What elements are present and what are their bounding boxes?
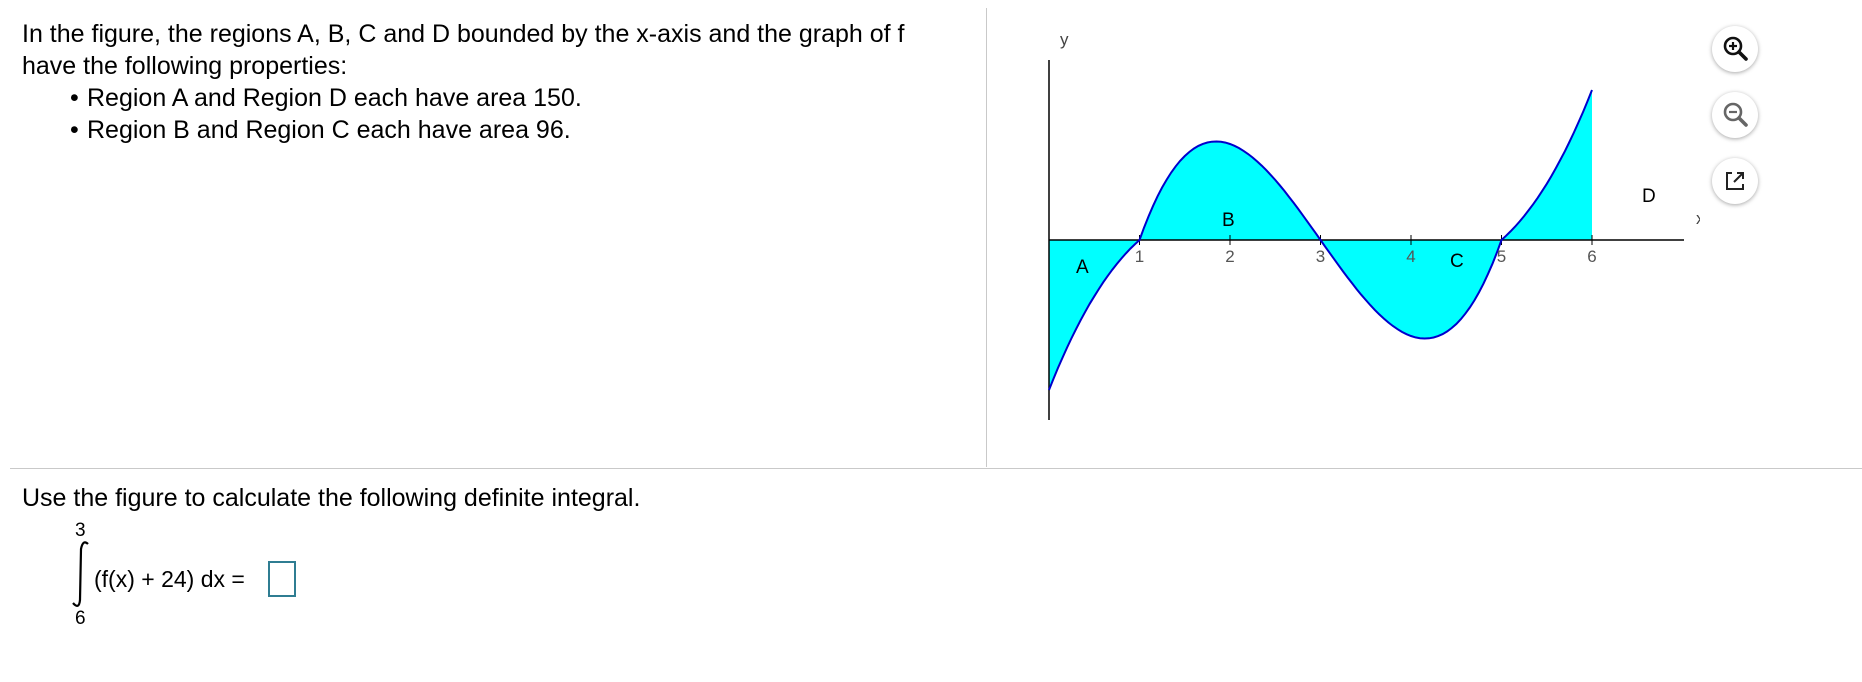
zoom-out-button[interactable] bbox=[1712, 92, 1758, 138]
popout-icon bbox=[1726, 172, 1744, 190]
region-label-c: C bbox=[1450, 251, 1464, 272]
region-d-fill bbox=[1501, 90, 1592, 240]
question-intro-line-2: have the following properties: bbox=[22, 52, 348, 80]
region-properties-list: Region A and Region D each have area 150… bbox=[22, 82, 982, 146]
answer-input[interactable] bbox=[268, 561, 296, 597]
popout-button[interactable] bbox=[1712, 158, 1758, 204]
region-label-a: A bbox=[1076, 257, 1089, 278]
instruction-text: Use the figure to calculate the followin… bbox=[22, 484, 641, 512]
zoom-in-button[interactable] bbox=[1712, 26, 1758, 72]
zoom-out-icon bbox=[1723, 102, 1748, 127]
upper-limit: 3 bbox=[75, 520, 86, 541]
x-tick-label: 1 bbox=[1135, 247, 1144, 266]
region-graph: 1 2 3 4 5 6 y x A B C D bbox=[1048, 30, 1700, 420]
x-tick-label: 4 bbox=[1406, 247, 1415, 266]
lower-limit: 6 bbox=[75, 608, 86, 629]
x-tick-label: 6 bbox=[1587, 247, 1596, 266]
integrand: (f(x) + 24) dx = bbox=[94, 566, 245, 592]
region-a-fill bbox=[1049, 240, 1140, 390]
question-panel: In the figure, the regions A, B, C and D… bbox=[22, 18, 982, 146]
property-item: Region A and Region D each have area 150… bbox=[70, 82, 982, 114]
region-label-d: D bbox=[1642, 186, 1656, 207]
x-tick-label: 3 bbox=[1316, 247, 1325, 266]
question-intro-line-1: In the figure, the regions A, B, C and D… bbox=[22, 20, 905, 48]
horizontal-divider bbox=[10, 468, 1862, 469]
property-item: Region B and Region C each have area 96. bbox=[70, 114, 982, 146]
integral-sign-icon bbox=[72, 541, 89, 607]
x-tick-label: 2 bbox=[1225, 247, 1234, 266]
x-tick-label: 5 bbox=[1497, 247, 1506, 266]
zoom-in-icon bbox=[1723, 36, 1748, 61]
y-axis-label: y bbox=[1060, 30, 1069, 49]
x-axis-label: x bbox=[1696, 209, 1700, 228]
region-label-b: B bbox=[1222, 210, 1235, 231]
vertical-divider bbox=[986, 8, 987, 467]
integral-expression: 3 (f(x) + 24) dx = 6 bbox=[60, 520, 420, 630]
